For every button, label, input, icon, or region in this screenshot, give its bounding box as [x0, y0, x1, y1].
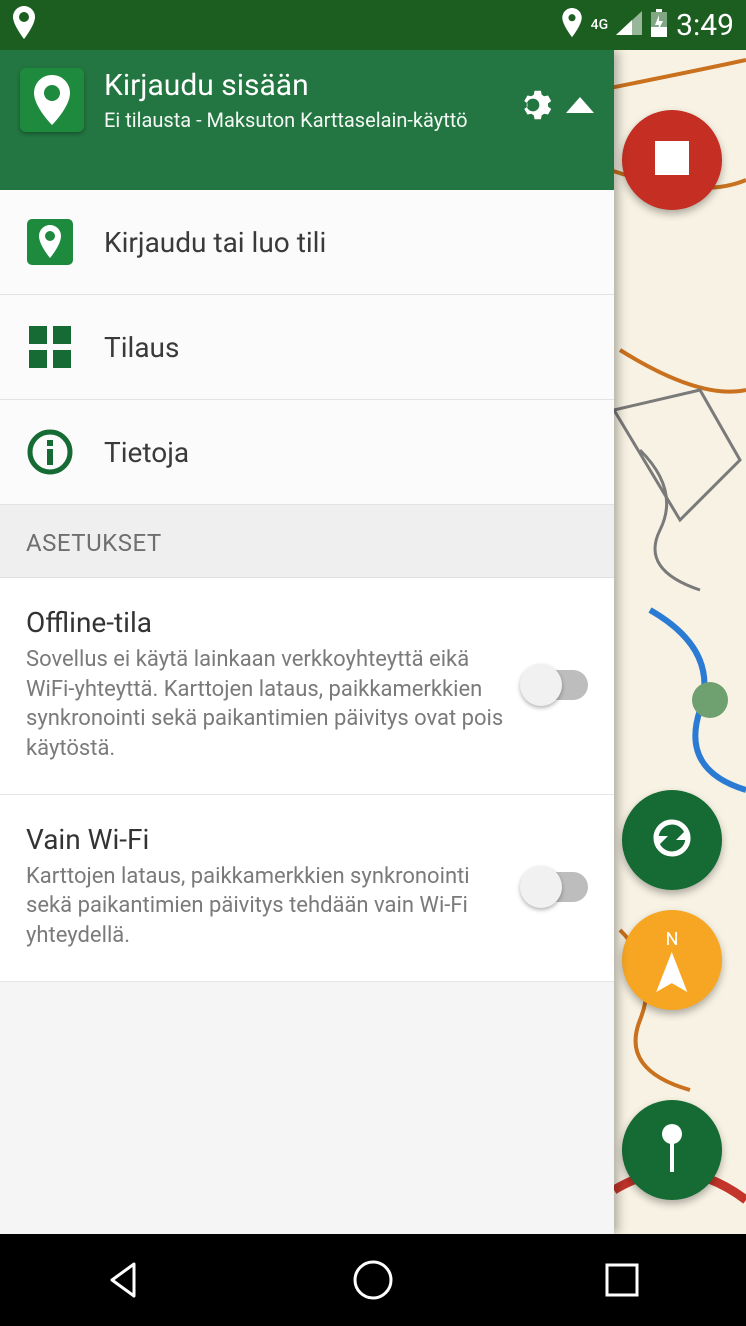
pin-icon	[659, 1124, 685, 1176]
switch-knob	[520, 866, 562, 908]
status-bar: 4G 3:49	[0, 0, 746, 50]
menu-item-login[interactable]: Kirjaudu tai luo tili	[0, 190, 614, 295]
drawer-title: Kirjaudu sisään	[104, 68, 494, 103]
home-button[interactable]	[333, 1250, 413, 1310]
stop-icon	[655, 141, 689, 179]
clock-label: 3:49	[676, 8, 734, 43]
setting-item-wifi-only[interactable]: Vain Wi-Fi Karttojen lataus, paikkamerkk…	[0, 795, 614, 982]
back-button[interactable]	[84, 1250, 164, 1310]
setting-text-offline: Offline-tila Sovellus ei käytä lainkaan …	[26, 606, 504, 764]
wifi-only-switch[interactable]	[524, 872, 588, 902]
location-status-icon	[561, 8, 583, 42]
add-pin-fab[interactable]	[622, 1100, 722, 1200]
nav-drawer: Kirjaudu sisään Ei tilausta - Maksuton K…	[0, 50, 614, 1234]
sync-icon	[648, 814, 696, 866]
menu-item-subscription[interactable]: Tilaus	[0, 295, 614, 400]
grid-icon	[26, 323, 74, 371]
setting-title-offline: Offline-tila	[26, 606, 504, 639]
menu-label-subscription: Tilaus	[104, 331, 179, 364]
settings-icon[interactable]	[514, 86, 552, 128]
drawer-header-actions	[514, 86, 594, 128]
status-left	[12, 6, 36, 44]
compass-n-label: N	[666, 929, 679, 950]
drawer-body: Kirjaudu tai luo tili Tilaus Tietoja ASE…	[0, 190, 614, 1234]
offline-switch[interactable]	[524, 670, 588, 700]
status-right: 4G 3:49	[561, 8, 734, 43]
menu-label-about: Tietoja	[104, 436, 189, 469]
setting-desc-offline: Sovellus ei käytä lainkaan verkkoyhteytt…	[26, 645, 504, 764]
info-icon	[26, 428, 74, 476]
drawer-title-block: Kirjaudu sisään Ei tilausta - Maksuton K…	[104, 68, 494, 133]
collapse-arrow-icon[interactable]	[566, 97, 594, 117]
screen: 4G 3:49	[0, 0, 746, 1326]
switch-knob	[520, 664, 562, 706]
menu-item-about[interactable]: Tietoja	[0, 400, 614, 505]
android-nav-bar	[0, 1234, 746, 1326]
setting-title-wifi: Vain Wi-Fi	[26, 823, 504, 856]
signal-icon	[616, 11, 642, 39]
compass-arrow-icon	[654, 952, 690, 992]
app-pin-icon	[26, 218, 74, 266]
setting-item-offline[interactable]: Offline-tila Sovellus ei käytä lainkaan …	[0, 578, 614, 795]
recents-button[interactable]	[582, 1250, 662, 1310]
settings-section-header: ASETUKSET	[0, 505, 614, 578]
compass-fab[interactable]: N	[622, 910, 722, 1010]
network-type-label: 4G	[591, 17, 609, 33]
sync-fab[interactable]	[622, 790, 722, 890]
app-logo-icon	[20, 68, 84, 132]
menu-label-login: Kirjaudu tai luo tili	[104, 226, 326, 259]
drawer-subtitle: Ei tilausta - Maksuton Karttaselain-käyt…	[104, 107, 494, 133]
battery-icon	[650, 9, 668, 41]
pin-notif-icon	[12, 6, 36, 44]
stop-fab[interactable]	[622, 110, 722, 210]
drawer-header: Kirjaudu sisään Ei tilausta - Maksuton K…	[0, 50, 614, 190]
setting-text-wifi: Vain Wi-Fi Karttojen lataus, paikkamerkk…	[26, 823, 504, 951]
setting-desc-wifi: Karttojen lataus, paikkamerkkien synkron…	[26, 862, 504, 951]
